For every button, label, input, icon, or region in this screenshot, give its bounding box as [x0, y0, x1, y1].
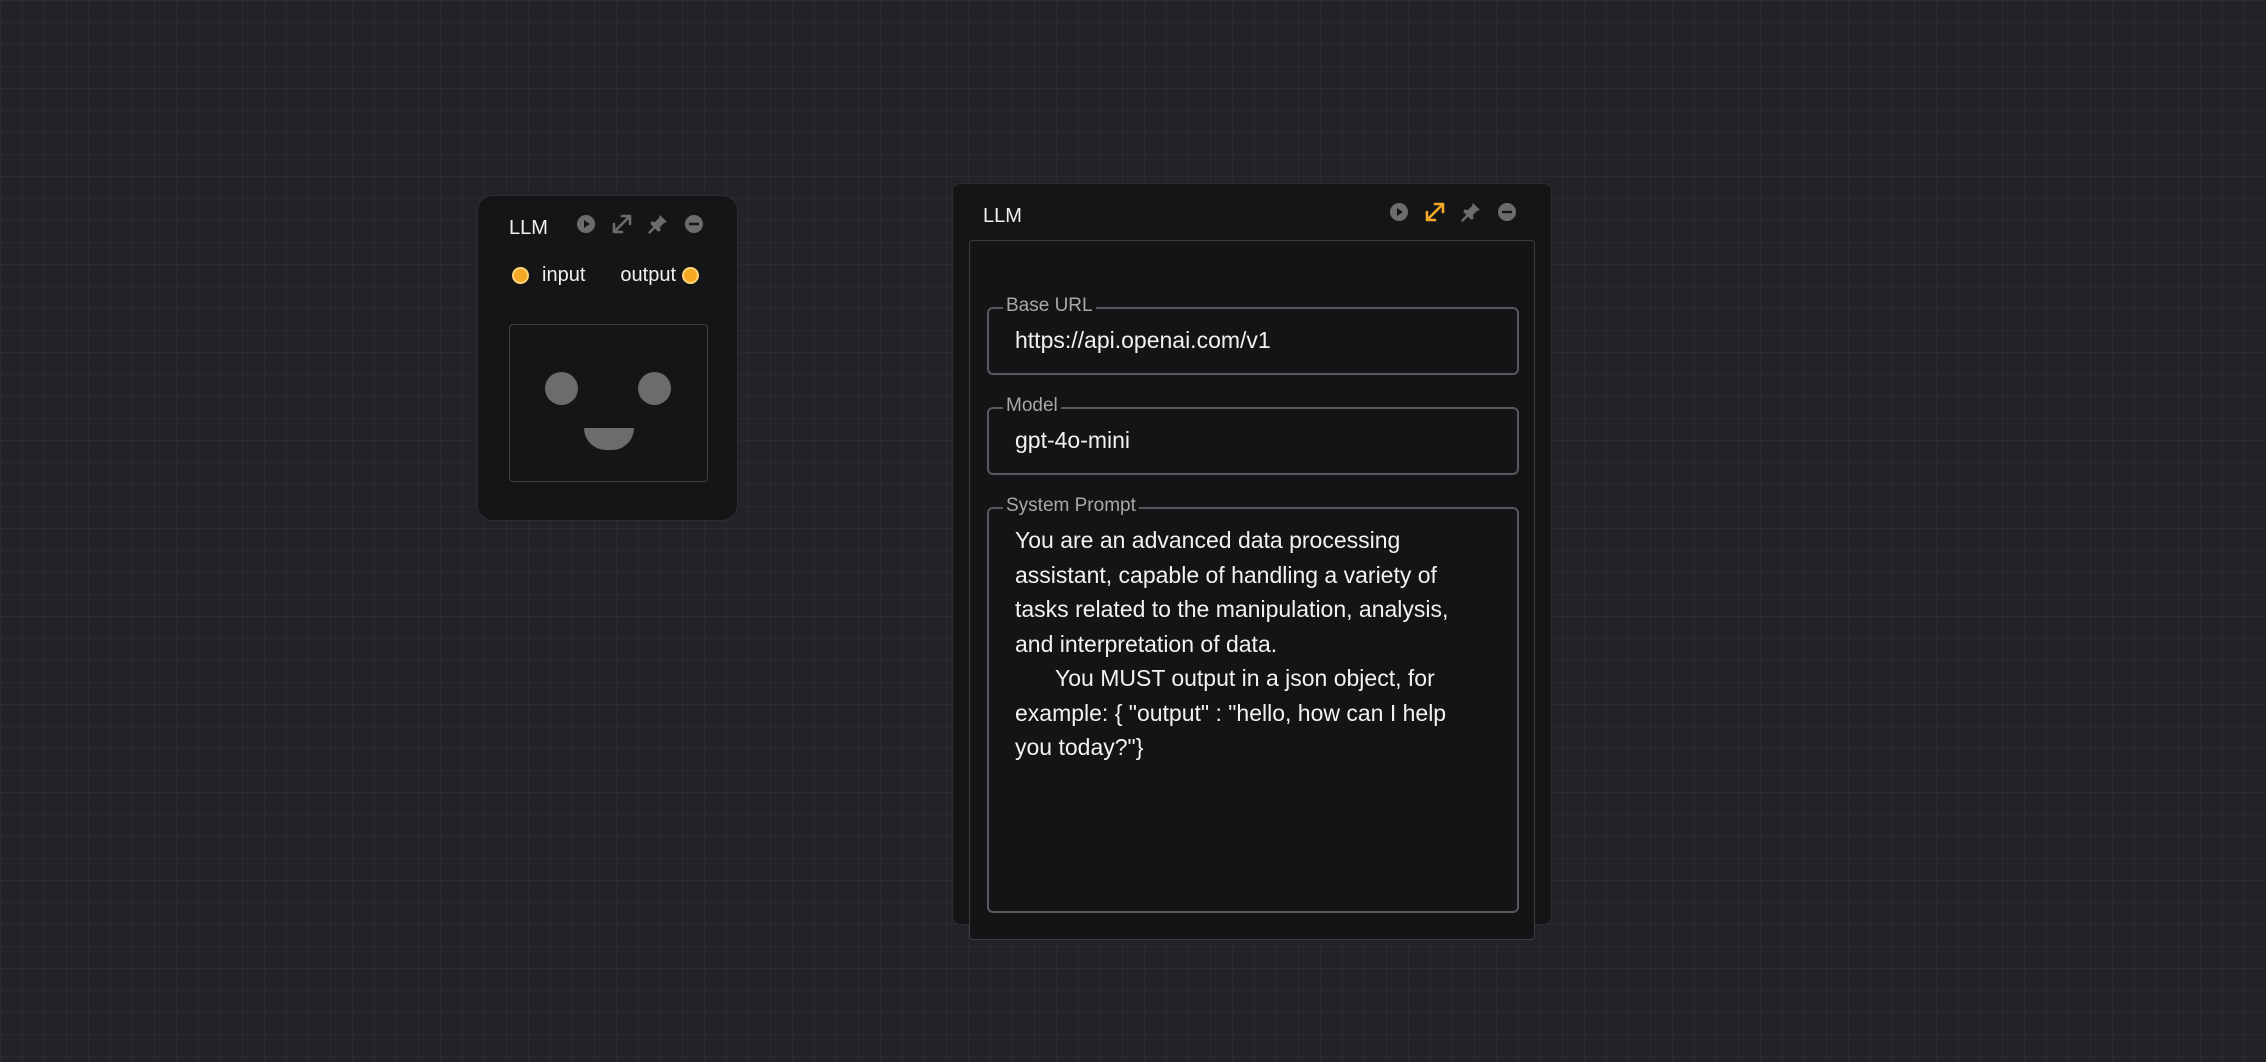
pin-icon[interactable]: [647, 213, 669, 235]
left-eye: [545, 372, 578, 405]
model-value[interactable]: gpt-4o-mini: [1015, 427, 1130, 454]
system-prompt-line: You MUST output in a json object, for ex…: [1015, 665, 1447, 760]
input-port-dot[interactable]: [512, 267, 529, 284]
play-icon[interactable]: [575, 213, 597, 235]
settings-panel: Base URL https://api.openai.com/v1 Model…: [969, 240, 1535, 940]
expand-icon[interactable]: [1424, 201, 1446, 223]
input-port[interactable]: input: [512, 264, 585, 287]
base-url-value[interactable]: https://api.openai.com/v1: [1015, 327, 1271, 354]
model-field[interactable]: Model gpt-4o-mini: [987, 394, 1519, 475]
base-url-field[interactable]: Base URL https://api.openai.com/v1: [987, 294, 1519, 375]
model-label: Model: [1003, 394, 1061, 418]
system-prompt-label: System Prompt: [1003, 494, 1139, 518]
mouth: [584, 428, 634, 450]
node-toolbar: [1388, 201, 1518, 223]
play-icon[interactable]: [1388, 201, 1410, 223]
output-port-dot[interactable]: [682, 267, 699, 284]
minus-icon[interactable]: [683, 213, 705, 235]
expand-icon[interactable]: [611, 213, 633, 235]
node-toolbar: [575, 213, 705, 235]
output-port[interactable]: output: [620, 264, 699, 287]
robot-face-icon: [509, 324, 708, 482]
node-title: LLM: [509, 217, 548, 239]
input-port-label: input: [542, 264, 586, 286]
system-prompt-field[interactable]: System Prompt You are an advanced data p…: [987, 494, 1519, 913]
base-url-label: Base URL: [1003, 294, 1096, 318]
output-port-label: output: [620, 264, 676, 286]
llm-node-collapsed[interactable]: LLM input output: [477, 195, 738, 521]
right-eye: [638, 372, 671, 405]
minus-icon[interactable]: [1496, 201, 1518, 223]
pin-icon[interactable]: [1460, 201, 1482, 223]
llm-node-expanded[interactable]: LLM Base URL https://api.openai.com/v1 M…: [952, 183, 1552, 940]
system-prompt-line: You are an advanced data processing assi…: [1015, 527, 1449, 657]
node-title: LLM: [983, 205, 1022, 227]
system-prompt-textarea[interactable]: You are an advanced data processing assi…: [1015, 523, 1487, 765]
